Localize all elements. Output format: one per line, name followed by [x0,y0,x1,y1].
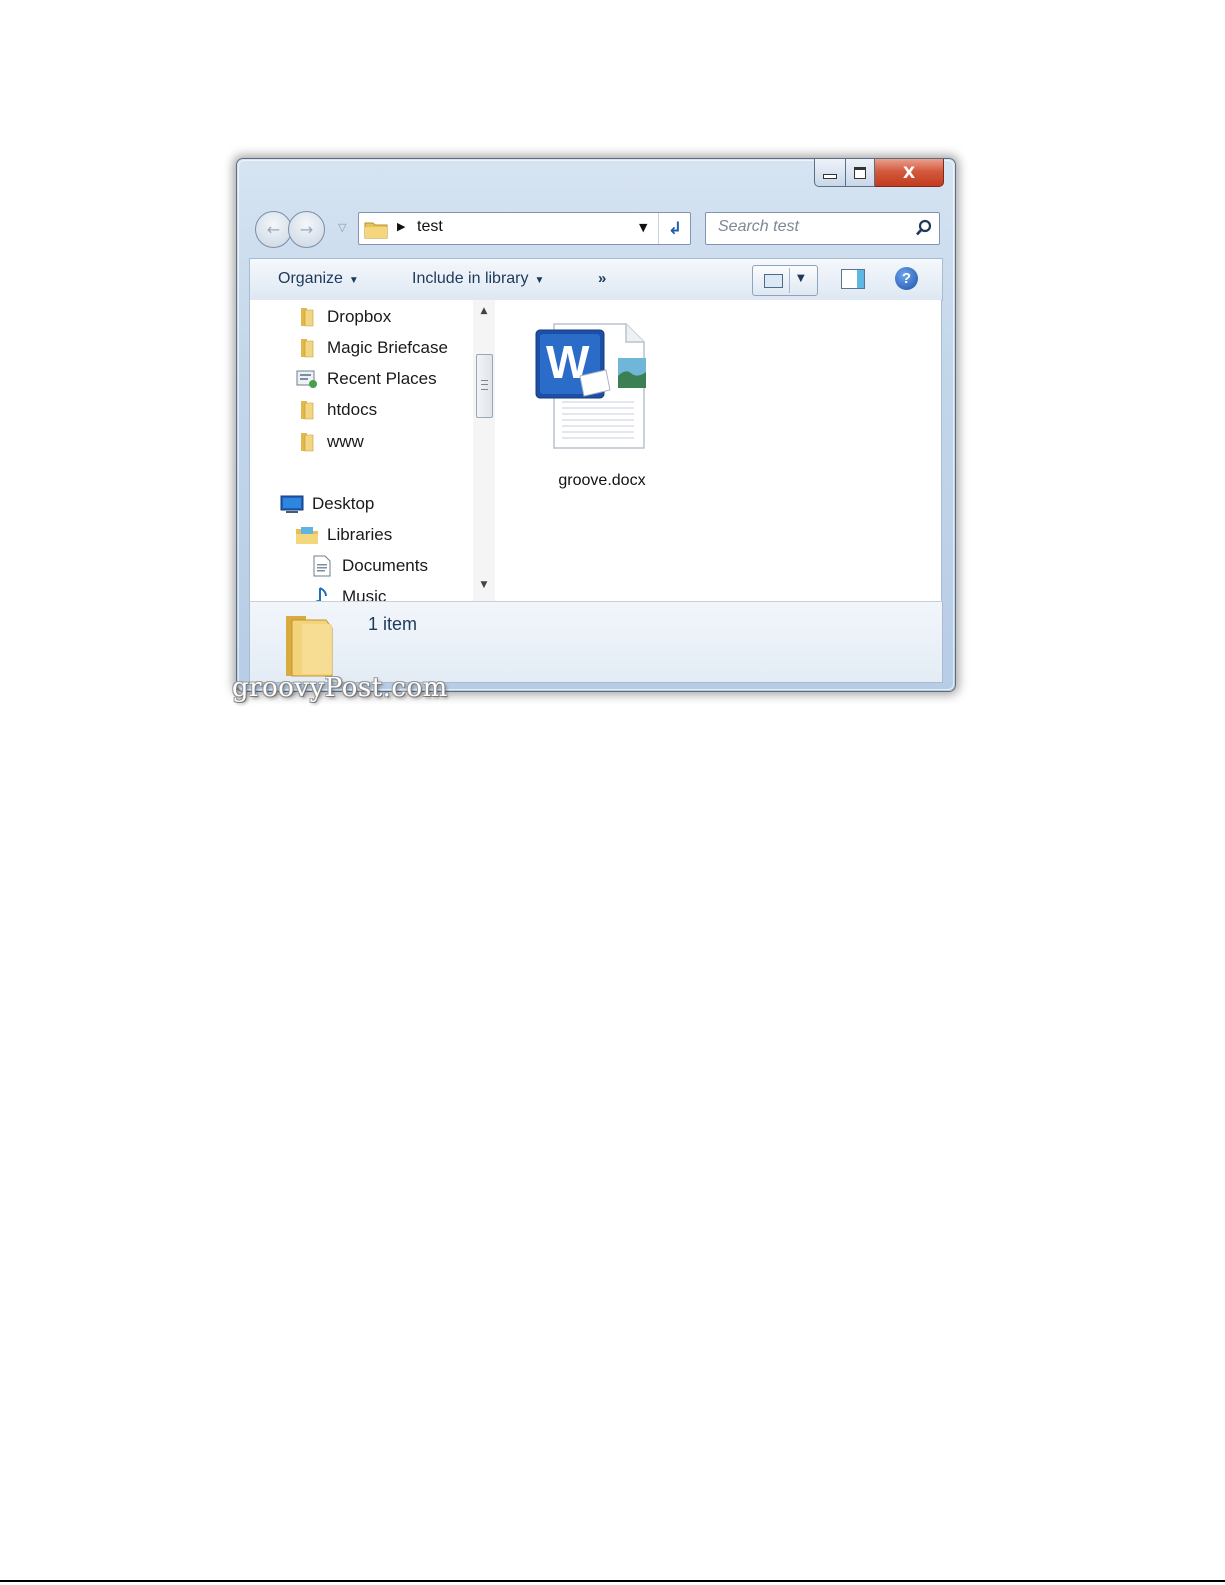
details-pane: 1 item [249,601,943,683]
libraries-icon [296,527,318,544]
command-bar: Organize ▼ Include in library ▼ » ▼ ? [249,258,943,301]
explorer-window: X ← → ▽ ▶ test ▼ ↲ Search test Organize ▼… [236,158,956,692]
change-view-button[interactable]: ▼ [752,265,818,296]
scrollbar-thumb[interactable] [476,354,493,418]
folder-icon [364,222,388,239]
breadcrumb-current[interactable]: test [417,218,443,236]
folder-icon [286,616,333,677]
address-history-dropdown[interactable]: ▼ [639,221,647,234]
nav-item-label: www [327,432,364,451]
include-in-library-button[interactable]: Include in library ▼ [412,270,544,288]
folder-icon [301,308,314,327]
recent-places-icon [296,370,317,388]
refresh-button[interactable]: ↲ [658,213,691,244]
music-icon [315,587,327,601]
file-name: groove.docx [558,472,646,489]
search-icon[interactable] [915,219,933,237]
nav-item-music[interactable]: Music [310,584,386,601]
more-commands-button[interactable]: » [598,270,606,287]
chevron-down-icon[interactable]: ▼ [797,273,805,284]
nav-item-label: Music [342,587,387,601]
view-icon [764,274,783,288]
organize-button[interactable]: Organize ▼ [278,270,359,288]
nav-item-desktop[interactable]: Desktop [280,491,374,517]
scroll-down-icon[interactable]: ▼ [473,580,495,590]
nav-item-label: Libraries [327,525,393,544]
nav-item-label: Magic Briefcase [327,338,448,357]
include-in-library-label: Include in library [412,270,529,287]
organize-label: Organize [278,270,343,287]
back-button[interactable]: ← [255,211,292,248]
nav-item-label: Recent Places [327,369,437,388]
folder-icon [301,433,314,452]
maximize-button[interactable] [846,159,875,187]
folder-icon [301,401,314,420]
close-icon: X [902,162,916,182]
back-arrow-icon: ← [266,220,281,239]
word-document-icon: W [535,323,646,449]
nav-item-label: Desktop [312,494,375,513]
forward-arrow-icon: → [299,220,314,239]
search-box[interactable]: Search test [705,212,940,245]
desktop-icon [280,495,304,513]
help-icon[interactable]: ? [895,267,918,290]
search-placeholder: Search test [718,218,799,235]
minimize-button[interactable] [814,159,846,187]
nav-item-label: Dropbox [327,307,392,326]
folder-icon [301,339,314,358]
documents-icon [313,555,331,577]
chevron-down-icon: ▼ [534,275,545,286]
caption-buttons: X [814,159,944,188]
nav-item-dropbox[interactable]: Dropbox [295,304,391,330]
nav-pane-scrollbar[interactable]: ▲ ▼ [473,300,495,601]
refresh-icon: ↲ [667,218,683,239]
recent-pages-dropdown[interactable]: ▽ [338,221,346,234]
nav-item-www[interactable]: www [295,429,364,455]
scroll-up-icon[interactable]: ▲ [473,306,495,316]
chevron-down-icon: ▼ [348,275,359,286]
nav-item-label: htdocs [327,400,378,419]
nav-item-documents[interactable]: Documents [310,553,428,579]
address-bar[interactable]: ▶ test ▼ ↲ [358,212,691,245]
item-count: 1 item [368,614,418,634]
nav-item-magic-briefcase[interactable]: Magic Briefcase [295,335,448,361]
preview-pane-button[interactable] [841,269,865,289]
nav-item-recent-places[interactable]: Recent Places [295,366,437,392]
forward-button[interactable]: → [288,211,325,248]
close-button[interactable]: X [875,159,944,187]
watermark: groovyPost.com [232,673,448,703]
minimize-icon [823,174,837,179]
page-bottom-rule [0,1580,1225,1582]
nav-item-htdocs[interactable]: htdocs [295,397,377,423]
file-list: W groove.docx [498,300,942,601]
nav-item-libraries[interactable]: Libraries [295,522,392,548]
navigation-pane: Dropbox Magic Briefcase Recent Places ht… [249,300,499,601]
nav-item-label: Documents [342,556,428,575]
maximize-icon [854,166,866,179]
breadcrumb-separator-icon[interactable]: ▶ [397,220,405,233]
